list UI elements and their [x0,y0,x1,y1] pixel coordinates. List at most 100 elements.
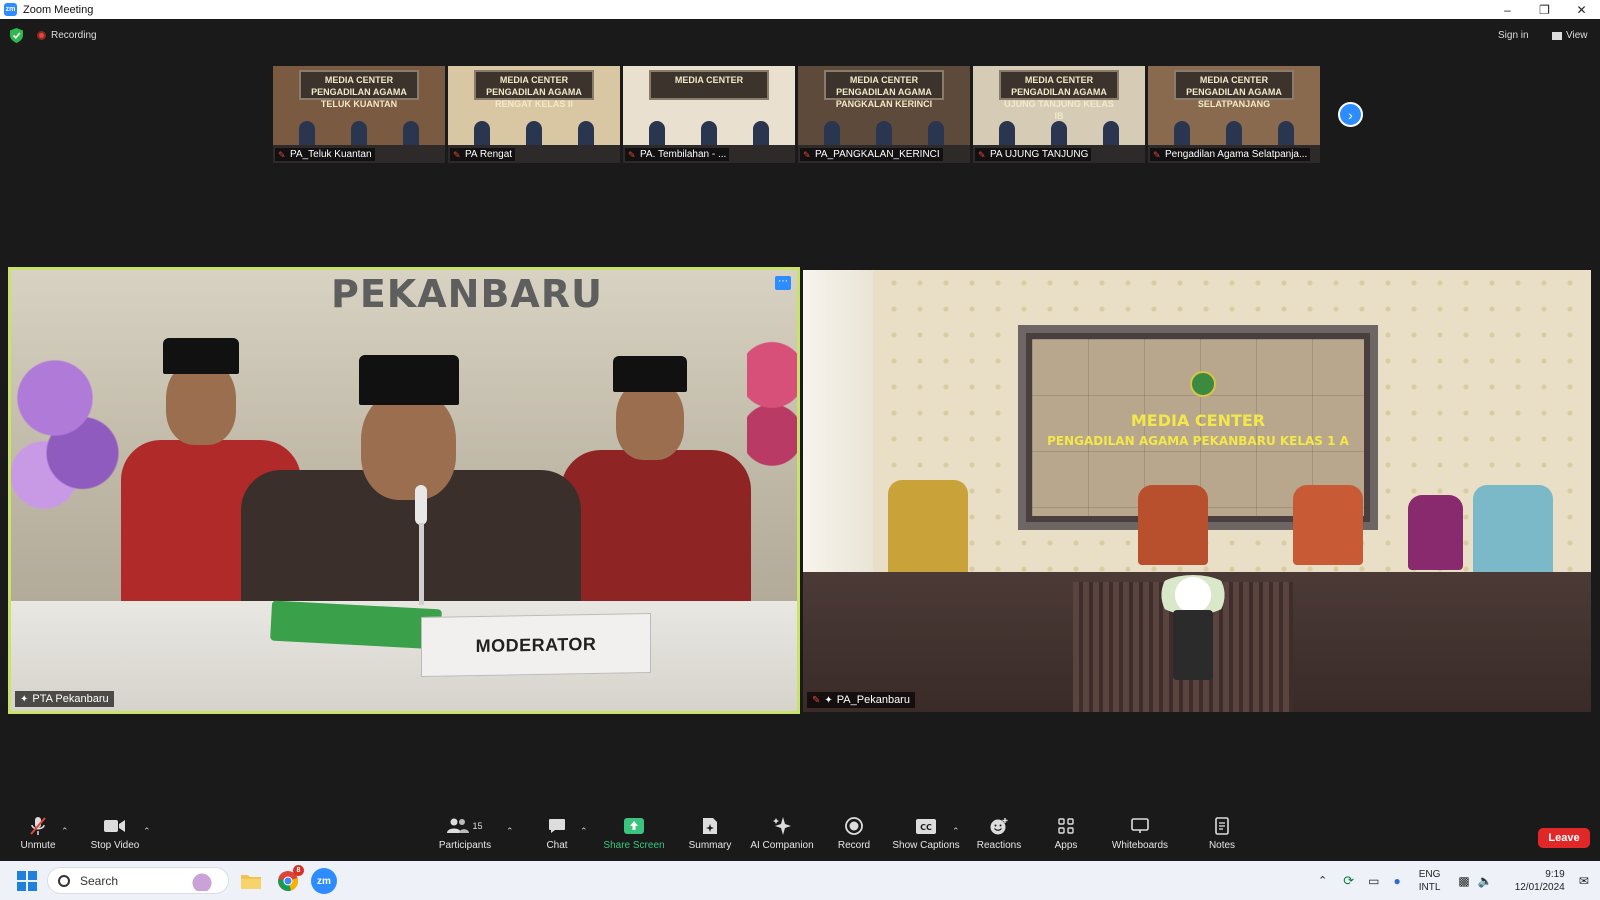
whiteboard-icon [1129,816,1151,836]
apps-button[interactable]: Apps [1053,810,1079,860]
participants-count: 15 [472,821,483,831]
participant-thumbnail[interactable]: MEDIA CENTER PENGADILAN AGAMA UJUNG TANJ… [973,66,1145,163]
microphone-in-use-icon[interactable]: ● [1393,874,1400,888]
clock[interactable]: 9:19 12/01/2024 [1515,868,1565,894]
thumbnail-banner: MEDIA CENTER PENGADILAN AGAMA TELUK KUAN… [299,70,419,109]
thumbnail-name-label: ✎ PA UJUNG TANJUNG [975,148,1092,161]
language-indicator[interactable]: ENG INTL [1419,868,1441,894]
person-figure [1293,485,1363,565]
participant-thumbnail[interactable]: MEDIA CENTER ✎ PA. Tembilahan - ... [623,66,795,163]
participant-thumbnail[interactable]: MEDIA CENTER PENGADILAN AGAMA PANGKALAN … [798,66,970,163]
chrome-notification-badge: 8 [293,865,304,876]
view-grid-icon [1552,31,1562,40]
person-figure [561,350,751,630]
participant-thumbnail[interactable]: MEDIA CENTER PENGADILAN AGAMA RENGAT KEL… [448,66,620,163]
reactions-button[interactable]: Reactions [977,810,1021,860]
video-feed: MEDIA CENTER PENGADILAN AGAMA PEKANBARU … [803,270,1591,712]
window-title: Zoom Meeting [23,3,94,16]
tile-name-label: ✦ PTA Pekanbaru [15,691,114,707]
vase [1173,610,1213,680]
person-figure [1408,495,1463,570]
muted-mic-icon: ✎ [1153,149,1161,160]
thumbnail-name-label: ✎ PA_PANGKALAN_KERINCI [800,148,943,161]
video-options-caret[interactable]: ⌃ [143,826,151,837]
zoom-taskbar-icon[interactable]: zm [311,868,337,894]
network-icon[interactable]: ▩ [1458,874,1469,888]
unmute-button[interactable]: Unmute [18,810,58,860]
participant-thumbnail[interactable]: MEDIA CENTER PENGADILAN AGAMA SELATPANJA… [1148,66,1320,163]
tile-more-options-button[interactable]: ⋯ [775,276,791,290]
microphone-object [415,485,427,605]
speaker-volume-icon[interactable]: 🔈 [1478,874,1493,888]
closed-captions-icon: CC [915,816,937,836]
muted-mic-icon [27,816,49,836]
muted-mic-icon: ✎ [812,694,821,706]
tile-name-label: ✎ ✦ PA_Pekanbaru [807,692,915,708]
thumbnail-name-label: ✎ PA. Tembilahan - ... [625,148,730,161]
chat-bubble-icon [546,816,568,836]
flower-decoration [747,330,797,480]
participants-button[interactable]: 15 Participants [438,810,492,860]
zoom-app-icon: zm [4,3,17,16]
muted-mic-icon: ✎ [453,149,461,160]
share-screen-icon [623,816,645,836]
pin-icon: ✦ [20,693,29,705]
court-emblem-icon [1190,371,1216,397]
smiley-reaction-icon [988,816,1010,836]
restore-button[interactable]: ❐ [1526,0,1563,19]
thumbnail-banner: MEDIA CENTER PENGADILAN AGAMA PANGKALAN … [824,70,944,109]
muted-mic-icon: ✎ [278,149,286,160]
search-icon [58,874,70,887]
thumbnail-name-label: ✎ PA Rengat [450,148,516,161]
record-button[interactable]: Record [837,810,871,860]
thumbnail-name-label: ✎ Pengadilan Agama Selatpanja... [1150,148,1311,161]
taskbar-search-input[interactable]: Search [47,867,229,894]
apps-grid-icon [1055,816,1077,836]
thumbnail-name-label: ✎ PA_Teluk Kuantan [275,148,375,161]
os-taskbar: Search 8 zm ⌃ ⟳ ▭ ● ENG INTL ▩ 🔈 9:19 12… [0,861,1600,900]
windows-start-icon[interactable] [17,871,37,891]
share-screen-button[interactable]: Share Screen [603,810,665,860]
video-tile-active-speaker[interactable]: PEKANBARU MODERATOR ⋯ ✦ PTA Pekanbaru [8,267,800,714]
video-camera-icon [104,816,126,836]
window-controls: – ❐ ✕ [1489,0,1600,19]
chat-options-caret[interactable]: ⌃ [580,826,588,837]
file-explorer-icon[interactable] [238,868,264,894]
meeting-toolbar: Unmute ⌃ Stop Video ⌃ 15 Participants ⌃ … [0,810,1600,860]
leave-button[interactable]: Leave [1538,828,1590,848]
meeting-topbar: Recording Sign in View [0,19,1600,53]
sync-icon[interactable]: ⟳ [1343,873,1354,889]
show-captions-button[interactable]: CC Show Captions [892,810,960,860]
cast-icon[interactable]: ▭ [1368,874,1379,888]
minimize-button[interactable]: – [1489,0,1526,19]
audio-options-caret[interactable]: ⌃ [61,826,69,837]
muted-mic-icon: ✎ [803,149,811,160]
record-icon [843,816,865,836]
view-button[interactable]: View [1552,30,1588,41]
chat-button[interactable]: Chat [542,810,572,860]
summary-button[interactable]: Summary [687,810,733,860]
chrome-icon[interactable]: 8 [275,865,304,894]
person-figure [1473,485,1553,580]
sparkle-icon [771,816,793,836]
participant-thumbnail[interactable]: MEDIA CENTER PENGADILAN AGAMA TELUK KUAN… [273,66,445,163]
thumbnail-banner: MEDIA CENTER [649,70,769,100]
flower-decoration [11,310,121,530]
stop-video-button[interactable]: Stop Video [88,810,142,860]
ai-companion-button[interactable]: AI Companion [749,810,815,860]
thumbnail-banner: MEDIA CENTER PENGADILAN AGAMA SELATPANJA… [1174,70,1294,109]
next-page-button[interactable]: › [1338,102,1363,127]
security-shield-icon[interactable] [10,28,23,43]
close-button[interactable]: ✕ [1563,0,1600,19]
recording-indicator[interactable]: Recording [37,30,97,41]
chevron-up-icon[interactable]: ⌃ [1318,874,1327,887]
video-tile[interactable]: MEDIA CENTER PENGADILAN AGAMA PEKANBARU … [803,270,1591,712]
sign-in-button[interactable]: Sign in [1498,30,1529,41]
video-feed: PEKANBARU MODERATOR [11,270,797,711]
summary-document-icon [699,816,721,836]
whiteboards-button[interactable]: Whiteboards [1111,810,1169,860]
notification-bell-icon[interactable]: ✉ [1579,874,1589,888]
notes-button[interactable]: Notes [1207,810,1237,860]
participants-options-caret[interactable]: ⌃ [506,826,514,837]
captions-options-caret[interactable]: ⌃ [952,826,960,837]
